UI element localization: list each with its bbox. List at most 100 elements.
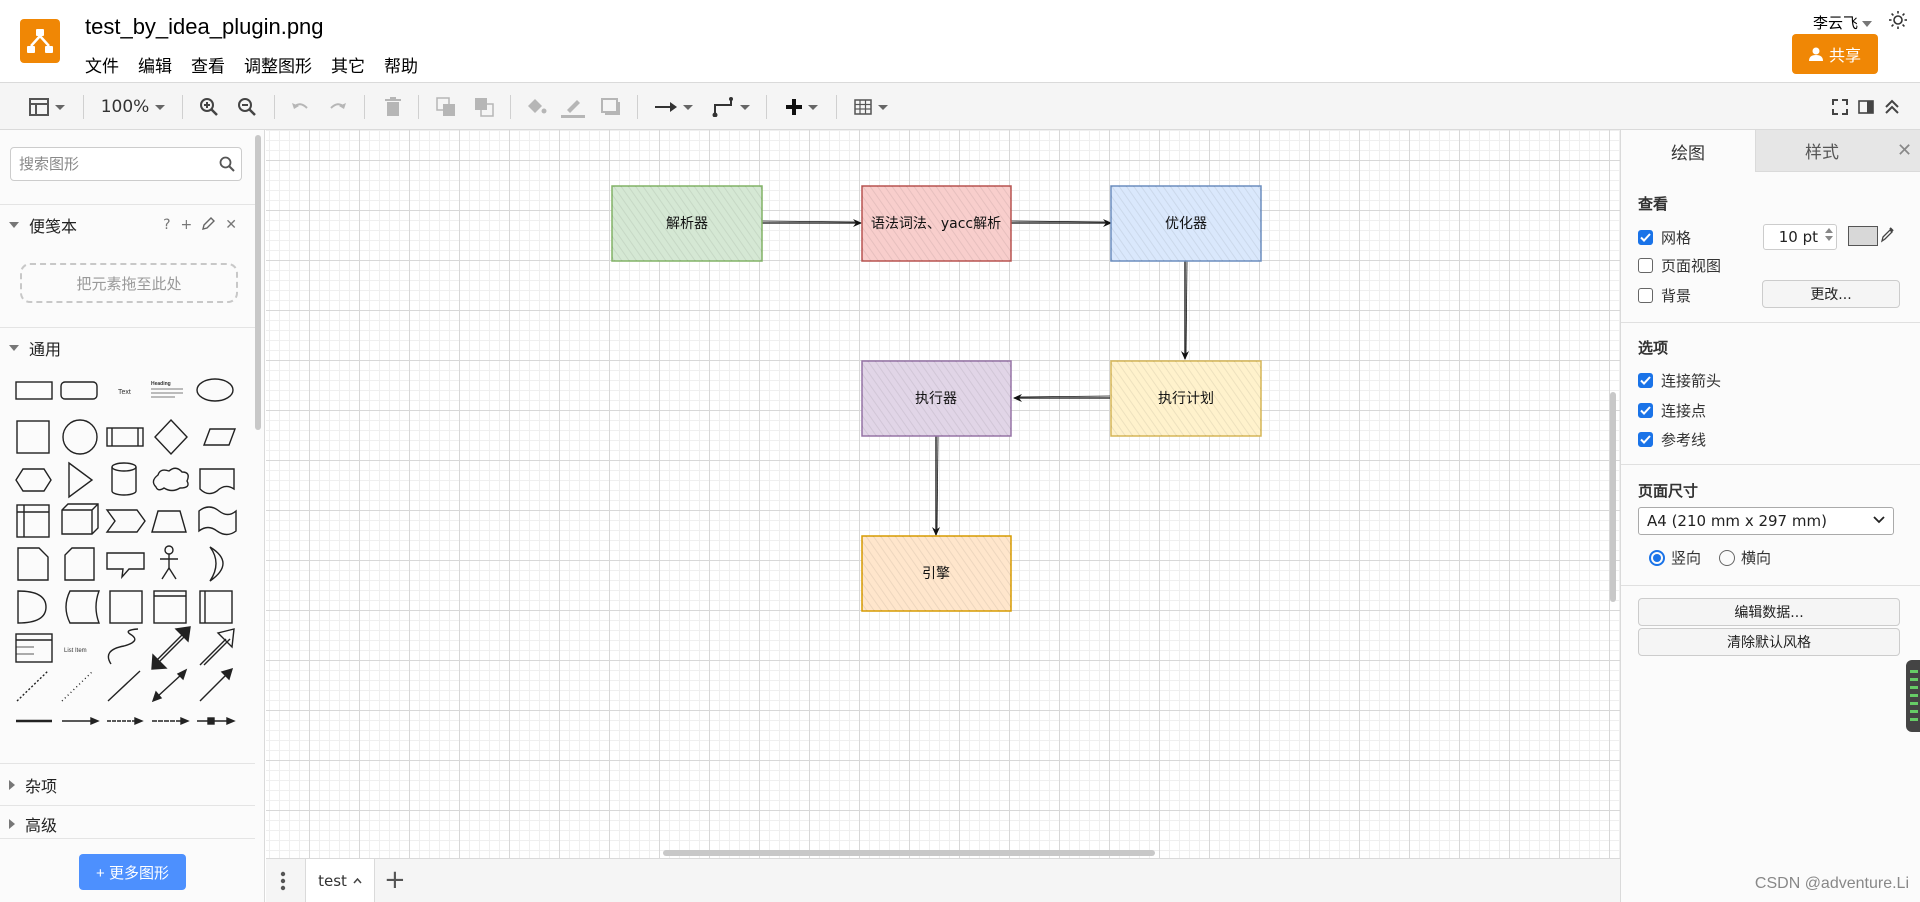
line-color-button[interactable] xyxy=(560,93,586,121)
shape-hexagon[interactable] xyxy=(15,468,52,492)
shape-square-2[interactable] xyxy=(109,590,143,624)
shape-note[interactable] xyxy=(17,547,49,581)
connection-points-checkbox[interactable] xyxy=(1638,403,1653,418)
shape-rounded-rectangle[interactable] xyxy=(60,381,98,400)
chevron-up-icon[interactable] xyxy=(353,878,362,884)
zoom-out-button[interactable] xyxy=(234,93,260,121)
grid-option[interactable]: 网格 xyxy=(1638,227,1691,248)
menu-file[interactable]: 文件 xyxy=(85,52,119,77)
shape-connector-2-labels[interactable] xyxy=(152,716,190,726)
fill-color-button[interactable] xyxy=(523,93,549,121)
page-tab-test[interactable]: test xyxy=(305,859,375,902)
shape-dotted-line[interactable] xyxy=(61,670,94,702)
sidebar-scrollbar[interactable] xyxy=(255,135,261,430)
drawio-logo-icon[interactable] xyxy=(20,19,60,63)
insert-button[interactable] xyxy=(780,93,824,121)
grid-size-input[interactable]: 10 pt xyxy=(1763,224,1837,250)
misc-shapes-header[interactable]: 杂项 xyxy=(0,763,255,805)
redo-button[interactable] xyxy=(325,93,351,121)
shape-connector[interactable] xyxy=(62,716,100,726)
share-button[interactable]: 共享 xyxy=(1792,34,1878,74)
shape-callout[interactable] xyxy=(106,552,145,580)
shape-ellipse[interactable] xyxy=(196,378,234,402)
grid-checkbox[interactable] xyxy=(1638,230,1653,245)
menu-arrange[interactable]: 调整图形 xyxy=(244,52,312,77)
shape-line[interactable] xyxy=(107,670,141,702)
advanced-shapes-header[interactable]: 高级 xyxy=(0,805,255,841)
search-icon[interactable] xyxy=(219,156,235,172)
shape-cube[interactable] xyxy=(61,503,99,535)
shape-cylinder[interactable] xyxy=(111,462,137,496)
shape-data-storage[interactable] xyxy=(65,590,101,624)
undo-button[interactable] xyxy=(287,93,313,121)
landscape-option[interactable]: 横向 xyxy=(1719,547,1771,568)
delete-button[interactable] xyxy=(380,93,406,121)
shape-circle[interactable] xyxy=(62,419,98,455)
shape-internal-storage[interactable] xyxy=(16,504,50,538)
shape-square[interactable] xyxy=(16,420,50,454)
shape-trapezoid[interactable] xyxy=(151,510,187,533)
to-front-button[interactable] xyxy=(433,93,459,121)
zoom-select[interactable]: 100% xyxy=(95,93,171,121)
scratchpad-header[interactable]: 便笺本 ? + ✕ xyxy=(0,204,255,244)
close-icon[interactable]: ✕ xyxy=(225,217,237,233)
shape-container-vertical[interactable] xyxy=(199,590,233,624)
portrait-option[interactable]: 竖向 xyxy=(1649,547,1701,568)
background-option[interactable]: 背景 xyxy=(1638,285,1691,306)
connection-arrows-option[interactable]: 连接箭头 xyxy=(1638,370,1721,391)
shape-text[interactable]: Text xyxy=(118,389,131,396)
edit-pencil-icon[interactable] xyxy=(202,216,216,230)
shape-list[interactable] xyxy=(15,633,53,663)
shape-cloud[interactable] xyxy=(152,467,189,492)
table-button[interactable] xyxy=(850,93,892,121)
shape-rectangle[interactable] xyxy=(15,381,53,400)
scratchpad-drop-zone[interactable]: 把元素拖至此处 xyxy=(20,263,238,303)
collapse-button[interactable] xyxy=(1882,93,1902,121)
page-view-checkbox[interactable] xyxy=(1638,258,1653,273)
node-parser[interactable]: 解析器 xyxy=(611,185,763,262)
view-panels-button[interactable] xyxy=(24,93,70,121)
shape-actor[interactable] xyxy=(160,545,178,580)
format-panel-toggle-button[interactable] xyxy=(1856,93,1876,121)
shape-document[interactable] xyxy=(199,468,235,495)
close-icon[interactable]: ✕ xyxy=(1888,130,1920,172)
to-back-button[interactable] xyxy=(471,93,497,121)
zoom-in-button[interactable] xyxy=(196,93,222,121)
page-size-select[interactable]: A4 (210 mm x 297 mm) xyxy=(1638,507,1894,535)
more-shapes-button[interactable]: + 更多图形 xyxy=(79,854,186,890)
tab-diagram[interactable]: 绘图 xyxy=(1621,130,1755,172)
shape-list-item[interactable]: List Item xyxy=(64,648,87,654)
fullscreen-button[interactable] xyxy=(1830,93,1850,121)
grid-color-swatch[interactable] xyxy=(1848,226,1878,246)
node-execution-plan[interactable]: 执行计划 xyxy=(1110,360,1262,437)
help-icon[interactable]: ? xyxy=(163,217,170,233)
menu-view[interactable]: 查看 xyxy=(191,52,225,77)
connection-points-option[interactable]: 连接点 xyxy=(1638,400,1706,421)
side-meter-widget[interactable] xyxy=(1906,660,1920,732)
shadow-button[interactable] xyxy=(598,93,624,121)
shape-connector-3-labels[interactable] xyxy=(197,716,236,726)
shape-or[interactable] xyxy=(209,546,224,582)
user-menu[interactable]: 李云飞 xyxy=(1813,12,1872,33)
page-view-option[interactable]: 页面视图 xyxy=(1638,255,1721,276)
shape-dashed-line[interactable] xyxy=(16,670,49,702)
shape-tape[interactable] xyxy=(198,506,237,536)
shape-step[interactable] xyxy=(105,509,146,533)
add-icon[interactable]: + xyxy=(181,217,193,233)
portrait-radio[interactable] xyxy=(1649,549,1665,566)
shape-search-input[interactable] xyxy=(11,148,211,180)
diagram-canvas[interactable]: 解析器 语法词法、yacc解析 优化器 执行计划 执行器 引擎 xyxy=(266,130,1620,858)
landscape-radio[interactable] xyxy=(1719,549,1735,566)
shape-parallelogram[interactable] xyxy=(202,428,237,446)
menu-extras[interactable]: 其它 xyxy=(331,52,365,77)
shape-card[interactable] xyxy=(64,547,95,581)
change-background-button[interactable]: 更改... xyxy=(1762,280,1900,308)
canvas-horizontal-scrollbar[interactable] xyxy=(663,850,1155,856)
shape-diamond[interactable] xyxy=(154,418,188,456)
shape-textbox[interactable]: Heading xyxy=(151,381,183,398)
menu-help[interactable]: 帮助 xyxy=(384,52,418,77)
canvas-vertical-scrollbar[interactable] xyxy=(1610,392,1616,602)
shape-triangle[interactable] xyxy=(68,461,94,499)
general-shapes-header[interactable]: 通用 xyxy=(0,327,255,367)
node-executor[interactable]: 执行器 xyxy=(861,360,1012,437)
